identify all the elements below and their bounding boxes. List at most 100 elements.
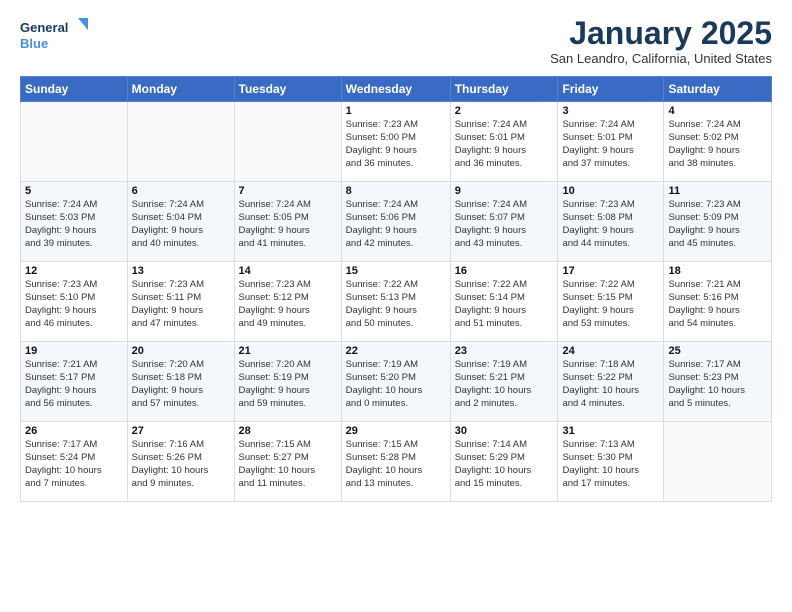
calendar-cell: 13 Sunrise: 7:23 AM Sunset: 5:11 PM Dayli… bbox=[127, 262, 234, 342]
calendar-cell bbox=[234, 102, 341, 182]
day-info: Sunrise: 7:24 AM Sunset: 5:03 PM Dayligh… bbox=[25, 199, 123, 250]
day-number: 25 bbox=[668, 345, 767, 357]
day-number: 21 bbox=[239, 345, 337, 357]
day-number: 14 bbox=[239, 265, 337, 277]
day-info: Sunrise: 7:24 AM Sunset: 5:07 PM Dayligh… bbox=[455, 199, 554, 250]
day-number: 30 bbox=[455, 425, 554, 437]
calendar-cell: 12Sunrise: 7:23 AM Sunset: 5:10 PM Dayli… bbox=[21, 262, 128, 342]
location: San Leandro, California, United States bbox=[550, 51, 772, 66]
day-number: 3 bbox=[562, 105, 659, 117]
page: General Blue January 2025 San Leandro, C… bbox=[0, 0, 792, 612]
day-number: 22 bbox=[346, 345, 446, 357]
calendar-cell: 31 Sunrise: 7:13 AM Sunset: 5:30 PM Dayli… bbox=[558, 422, 664, 502]
day-number: 27 bbox=[132, 425, 230, 437]
calendar-cell: 19 Sunrise: 7:21 AM Sunset: 5:17 PM Dayli… bbox=[21, 342, 128, 422]
day-number: 9 bbox=[455, 185, 554, 197]
day-info: Sunrise: 7:24 AM Sunset: 5:01 PM Dayligh… bbox=[455, 119, 554, 170]
calendar-cell: 28Sunrise: 7:15 AM Sunset: 5:27 PM Dayli… bbox=[234, 422, 341, 502]
day-info: Sunrise: 7:21 AM Sunset: 5:17 PM Dayligh… bbox=[25, 359, 123, 410]
day-info: Sunrise: 7:23 AM Sunset: 5:09 PM Dayligh… bbox=[668, 199, 767, 250]
day-number: 23 bbox=[455, 345, 554, 357]
day-info: Sunrise: 7:23 AM Sunset: 5:11 PM Dayligh… bbox=[132, 279, 230, 330]
week-row-3: 12Sunrise: 7:23 AM Sunset: 5:10 PM Dayli… bbox=[21, 262, 772, 342]
week-row-2: 5Sunrise: 7:24 AM Sunset: 5:03 PM Daylig… bbox=[21, 182, 772, 262]
calendar-cell: 16 Sunrise: 7:22 AM Sunset: 5:14 PM Dayli… bbox=[450, 262, 558, 342]
day-info: Sunrise: 7:23 AM Sunset: 5:00 PM Dayligh… bbox=[346, 119, 446, 170]
day-info: Sunrise: 7:20 AM Sunset: 5:18 PM Dayligh… bbox=[132, 359, 230, 410]
weekday-header-friday: Friday bbox=[558, 77, 664, 102]
calendar-cell: 30 Sunrise: 7:14 AM Sunset: 5:29 PM Dayli… bbox=[450, 422, 558, 502]
logo: General Blue bbox=[20, 16, 90, 54]
weekday-header-monday: Monday bbox=[127, 77, 234, 102]
day-info: Sunrise: 7:22 AM Sunset: 5:14 PM Dayligh… bbox=[455, 279, 554, 330]
day-number: 6 bbox=[132, 185, 230, 197]
day-number: 13 bbox=[132, 265, 230, 277]
calendar-cell bbox=[664, 422, 772, 502]
day-info: Sunrise: 7:24 AM Sunset: 5:06 PM Dayligh… bbox=[346, 199, 446, 250]
calendar-cell: 25Sunrise: 7:17 AM Sunset: 5:23 PM Dayli… bbox=[664, 342, 772, 422]
day-info: Sunrise: 7:24 AM Sunset: 5:04 PM Dayligh… bbox=[132, 199, 230, 250]
weekday-header-saturday: Saturday bbox=[664, 77, 772, 102]
calendar-cell: 24Sunrise: 7:18 AM Sunset: 5:22 PM Dayli… bbox=[558, 342, 664, 422]
day-number: 26 bbox=[25, 425, 123, 437]
calendar-cell: 23 Sunrise: 7:19 AM Sunset: 5:21 PM Dayli… bbox=[450, 342, 558, 422]
day-info: Sunrise: 7:22 AM Sunset: 5:15 PM Dayligh… bbox=[562, 279, 659, 330]
weekday-header-thursday: Thursday bbox=[450, 77, 558, 102]
calendar-cell: 5Sunrise: 7:24 AM Sunset: 5:03 PM Daylig… bbox=[21, 182, 128, 262]
day-number: 2 bbox=[455, 105, 554, 117]
calendar-cell: 26 Sunrise: 7:17 AM Sunset: 5:24 PM Dayli… bbox=[21, 422, 128, 502]
calendar-cell: 20 Sunrise: 7:20 AM Sunset: 5:18 PM Dayli… bbox=[127, 342, 234, 422]
logo-svg: General Blue bbox=[20, 16, 90, 54]
weekday-header-tuesday: Tuesday bbox=[234, 77, 341, 102]
day-info: Sunrise: 7:19 AM Sunset: 5:21 PM Dayligh… bbox=[455, 359, 554, 410]
day-number: 28 bbox=[239, 425, 337, 437]
day-number: 31 bbox=[562, 425, 659, 437]
day-number: 19 bbox=[25, 345, 123, 357]
calendar-cell: 22 Sunrise: 7:19 AM Sunset: 5:20 PM Dayli… bbox=[341, 342, 450, 422]
day-number: 4 bbox=[668, 105, 767, 117]
weekday-header-row: SundayMondayTuesdayWednesdayThursdayFrid… bbox=[21, 77, 772, 102]
day-info: Sunrise: 7:23 AM Sunset: 5:12 PM Dayligh… bbox=[239, 279, 337, 330]
day-number: 29 bbox=[346, 425, 446, 437]
day-info: Sunrise: 7:13 AM Sunset: 5:30 PM Dayligh… bbox=[562, 439, 659, 490]
calendar-cell: 7Sunrise: 7:24 AM Sunset: 5:05 PM Daylig… bbox=[234, 182, 341, 262]
day-number: 12 bbox=[25, 265, 123, 277]
day-number: 15 bbox=[346, 265, 446, 277]
calendar-cell bbox=[21, 102, 128, 182]
week-row-5: 26 Sunrise: 7:17 AM Sunset: 5:24 PM Dayli… bbox=[21, 422, 772, 502]
svg-text:Blue: Blue bbox=[20, 36, 48, 51]
calendar-cell: 14 Sunrise: 7:23 AM Sunset: 5:12 PM Dayli… bbox=[234, 262, 341, 342]
day-info: Sunrise: 7:17 AM Sunset: 5:24 PM Dayligh… bbox=[25, 439, 123, 490]
day-number: 10 bbox=[562, 185, 659, 197]
day-number: 20 bbox=[132, 345, 230, 357]
svg-text:General: General bbox=[20, 20, 68, 35]
title-block: January 2025 San Leandro, California, Un… bbox=[550, 16, 772, 66]
weekday-header-sunday: Sunday bbox=[21, 77, 128, 102]
weekday-header-wednesday: Wednesday bbox=[341, 77, 450, 102]
calendar-cell: 18Sunrise: 7:21 AM Sunset: 5:16 PM Dayli… bbox=[664, 262, 772, 342]
day-info: Sunrise: 7:16 AM Sunset: 5:26 PM Dayligh… bbox=[132, 439, 230, 490]
day-number: 1 bbox=[346, 105, 446, 117]
day-number: 24 bbox=[562, 345, 659, 357]
week-row-1: 1 Sunrise: 7:23 AM Sunset: 5:00 PM Daylig… bbox=[21, 102, 772, 182]
calendar: SundayMondayTuesdayWednesdayThursdayFrid… bbox=[20, 76, 772, 502]
calendar-cell: 3 Sunrise: 7:24 AM Sunset: 5:01 PM Daylig… bbox=[558, 102, 664, 182]
calendar-cell: 2 Sunrise: 7:24 AM Sunset: 5:01 PM Daylig… bbox=[450, 102, 558, 182]
day-info: Sunrise: 7:14 AM Sunset: 5:29 PM Dayligh… bbox=[455, 439, 554, 490]
day-number: 11 bbox=[668, 185, 767, 197]
day-info: Sunrise: 7:19 AM Sunset: 5:20 PM Dayligh… bbox=[346, 359, 446, 410]
month-title: January 2025 bbox=[550, 16, 772, 51]
calendar-cell: 1 Sunrise: 7:23 AM Sunset: 5:00 PM Daylig… bbox=[341, 102, 450, 182]
day-info: Sunrise: 7:24 AM Sunset: 5:01 PM Dayligh… bbox=[562, 119, 659, 170]
day-number: 16 bbox=[455, 265, 554, 277]
day-info: Sunrise: 7:23 AM Sunset: 5:08 PM Dayligh… bbox=[562, 199, 659, 250]
calendar-body: 1 Sunrise: 7:23 AM Sunset: 5:00 PM Daylig… bbox=[21, 102, 772, 502]
calendar-cell bbox=[127, 102, 234, 182]
day-info: Sunrise: 7:24 AM Sunset: 5:02 PM Dayligh… bbox=[668, 119, 767, 170]
calendar-cell: 11 Sunrise: 7:23 AM Sunset: 5:09 PM Dayli… bbox=[664, 182, 772, 262]
day-number: 7 bbox=[239, 185, 337, 197]
calendar-cell: 17Sunrise: 7:22 AM Sunset: 5:15 PM Dayli… bbox=[558, 262, 664, 342]
day-number: 8 bbox=[346, 185, 446, 197]
day-info: Sunrise: 7:22 AM Sunset: 5:13 PM Dayligh… bbox=[346, 279, 446, 330]
calendar-cell: 8 Sunrise: 7:24 AM Sunset: 5:06 PM Daylig… bbox=[341, 182, 450, 262]
